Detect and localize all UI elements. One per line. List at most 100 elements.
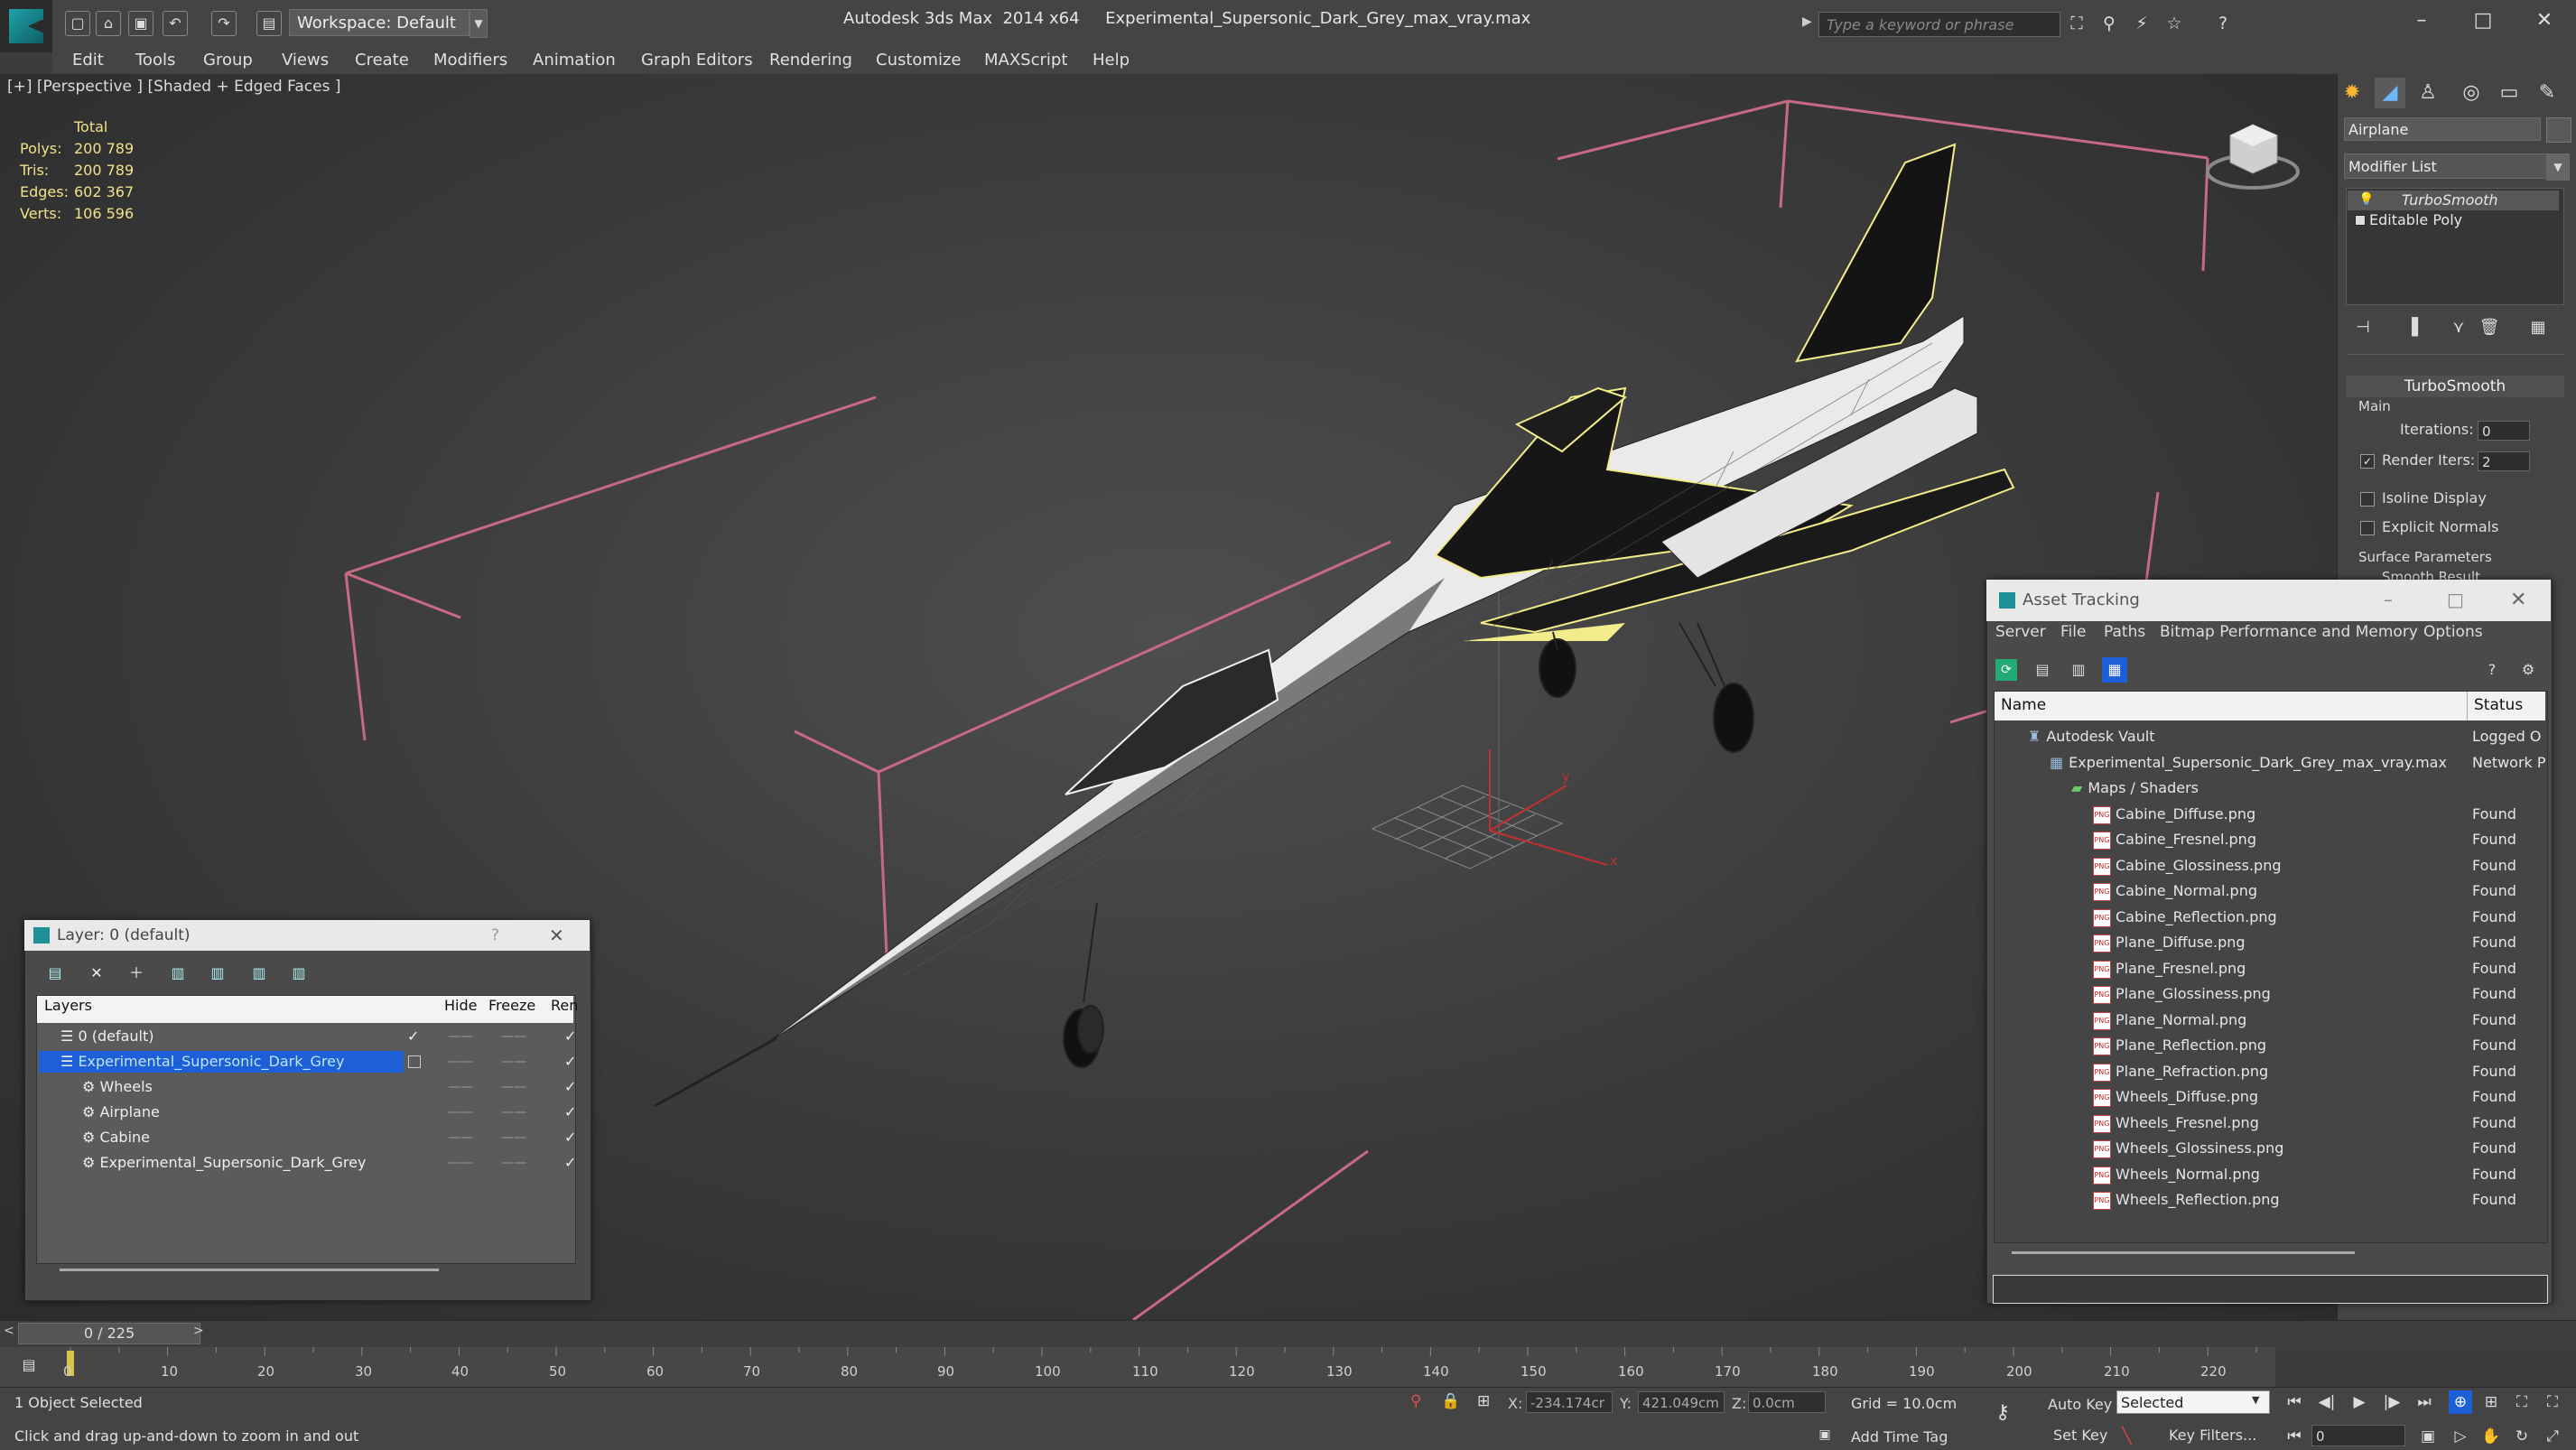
zoom-all-icon[interactable]: ⊞: [2479, 1390, 2503, 1414]
zoom-icon[interactable]: ⊕: [2449, 1390, 2472, 1414]
zoom-extents-icon[interactable]: ⛶: [2510, 1390, 2534, 1414]
communication-icon[interactable]: ⚡: [2131, 13, 2153, 34]
hide-toggle[interactable]: ——: [448, 1100, 473, 1125]
select-objects-icon[interactable]: ▥: [168, 963, 188, 983]
isoline-display-checkbox[interactable]: [2360, 492, 2375, 507]
hide-toggle[interactable]: ——: [448, 1150, 473, 1176]
table-view-icon[interactable]: ▦: [2102, 657, 2127, 683]
highlight-layer-icon[interactable]: ▥: [208, 963, 228, 983]
render-toggle[interactable]: ✓: [564, 1150, 576, 1176]
new-layer-icon[interactable]: ▤: [45, 963, 65, 983]
column-status[interactable]: Status: [2474, 696, 2523, 714]
key-mode-icon[interactable]: ⏮: [2283, 1425, 2306, 1448]
menu-graph-editors[interactable]: Graph Editors: [641, 46, 753, 74]
display-tab-icon[interactable]: ▭: [2494, 78, 2525, 108]
asset-menu-options[interactable]: Options: [2423, 623, 2483, 641]
render-toggle[interactable]: ✓: [564, 1100, 576, 1125]
pan-icon[interactable]: ✋: [2479, 1425, 2503, 1448]
favorites-star-icon[interactable]: ☆: [2163, 13, 2185, 34]
set-current-box[interactable]: [408, 1055, 421, 1068]
hide-toggle[interactable]: ——: [448, 1024, 473, 1049]
play-icon[interactable]: ▶: [2348, 1390, 2371, 1414]
current-layer-check-icon[interactable]: ✓: [407, 1024, 419, 1049]
lightbulb-icon[interactable]: 💡: [2358, 192, 2374, 207]
modify-tab-icon[interactable]: ◢: [2375, 78, 2405, 108]
chevron-down-icon[interactable]: ▼: [2252, 1394, 2259, 1406]
help-icon[interactable]: ?: [2481, 659, 2503, 681]
horizontal-scrollbar[interactable]: [60, 1269, 439, 1271]
render-toggle[interactable]: ✓: [564, 1125, 576, 1150]
asset-row[interactable]: PNG Wheels_Glossiness.png: [2093, 1136, 2283, 1161]
menu-customize[interactable]: Customize: [876, 46, 961, 74]
save-file-icon[interactable]: ▣: [128, 11, 153, 36]
help-icon[interactable]: ?: [491, 926, 499, 944]
freeze-toggle[interactable]: ——: [501, 1150, 526, 1176]
field-of-view-icon[interactable]: ▷: [2449, 1425, 2472, 1448]
selection-lock-icon[interactable]: 🔒: [1441, 1392, 1460, 1410]
transform-gizmo[interactable]: x y: [1489, 749, 1617, 869]
hide-toggle[interactable]: ——: [448, 1125, 473, 1150]
asset-row[interactable]: PNG Cabine_Diffuse.png: [2093, 802, 2255, 827]
layer-dialog-titlebar[interactable]: Layer: 0 (default): [24, 920, 590, 951]
column-hide[interactable]: Hide: [444, 997, 477, 1014]
column-freeze[interactable]: Freeze: [488, 997, 535, 1014]
column-layers[interactable]: Layers: [44, 997, 92, 1014]
menu-rendering[interactable]: Rendering: [769, 46, 852, 74]
asset-row[interactable]: PNG Wheels_Normal.png: [2093, 1162, 2260, 1187]
asset-menu-paths[interactable]: Paths: [2104, 623, 2145, 641]
render-toggle[interactable]: ✓: [564, 1074, 576, 1100]
menu-animation[interactable]: Animation: [533, 46, 616, 74]
x-coordinate-field[interactable]: -234.174cr: [1526, 1391, 1613, 1413]
go-to-start-icon[interactable]: ⏮: [2283, 1390, 2306, 1414]
asset-path-field[interactable]: [1993, 1275, 2548, 1304]
go-to-end-icon[interactable]: ⏭: [2413, 1390, 2436, 1414]
render-toggle[interactable]: ✓: [564, 1024, 576, 1049]
menu-maxscript[interactable]: MAXScript: [984, 46, 1067, 74]
redo-icon[interactable]: ↷: [211, 11, 237, 36]
layer-row[interactable]: ☰ 0 (default) ✓ —— —— ✓: [37, 1024, 576, 1049]
asset-menu-bitmap-performance[interactable]: Bitmap Performance and Memory: [2160, 623, 2418, 641]
new-file-icon[interactable]: ▢: [65, 11, 90, 36]
minimize-icon[interactable]: –: [2395, 5, 2449, 36]
stack-item-editable-poly[interactable]: Editable Poly: [2351, 210, 2462, 230]
maximize-viewport-icon[interactable]: ⤢: [2541, 1425, 2564, 1448]
asset-row[interactable]: ♜ Autodesk Vault: [2028, 724, 2155, 749]
project-folder-icon[interactable]: ▤: [256, 11, 282, 36]
asset-tracking-titlebar[interactable]: Asset Tracking: [1986, 580, 2551, 621]
freeze-toggle[interactable]: ——: [501, 1125, 526, 1150]
key-selection-set-dropdown[interactable]: Selected: [2116, 1390, 2270, 1414]
asset-menu-server[interactable]: Server: [1995, 623, 2046, 641]
previous-frame-icon[interactable]: ◀|: [2315, 1390, 2339, 1414]
object-name-field[interactable]: Airplane: [2344, 117, 2541, 141]
column-divider[interactable]: [2467, 692, 2468, 720]
close-icon[interactable]: ✕: [549, 925, 564, 946]
z-coordinate-field[interactable]: 0.0cm: [1748, 1391, 1826, 1413]
zoom-extents-all-icon[interactable]: ⛶: [2541, 1390, 2564, 1414]
asset-row[interactable]: PNG Plane_Reflection.png: [2093, 1033, 2266, 1058]
freeze-all-icon[interactable]: ▥: [289, 963, 309, 983]
add-to-layer-icon[interactable]: ＋: [126, 963, 146, 983]
help-icon[interactable]: ?: [2212, 13, 2234, 34]
open-file-icon[interactable]: ⌂: [96, 11, 121, 36]
chevron-down-icon[interactable]: ▼: [2546, 153, 2570, 181]
layer-row[interactable]: ⚙ Airplane —— —— ✓: [37, 1100, 576, 1125]
turbosmooth-rollout-header[interactable]: TurboSmooth: [2346, 376, 2564, 397]
close-icon[interactable]: ✕: [2517, 5, 2571, 36]
search-input[interactable]: Type a keyword or phrase: [1818, 12, 2060, 37]
isolate-selection-icon[interactable]: ⚲: [1410, 1392, 1421, 1410]
time-tag-icon[interactable]: ▣: [1815, 1425, 1835, 1445]
subscription-icon[interactable]: ⚲: [2098, 13, 2120, 34]
key-filters-button[interactable]: Key Filters...: [2169, 1427, 2256, 1444]
time-configuration-icon[interactable]: ▣: [2416, 1425, 2440, 1448]
mini-curve-editor-icon[interactable]: ▤: [18, 1354, 40, 1376]
modifier-list-dropdown[interactable]: Modifier List: [2344, 153, 2561, 179]
object-color-swatch[interactable]: [2546, 117, 2571, 143]
menu-views[interactable]: Views: [282, 46, 329, 74]
app-menu-button[interactable]: [0, 0, 52, 52]
menu-create[interactable]: Create: [355, 46, 409, 74]
remove-modifier-icon[interactable]: 🗑: [2478, 316, 2501, 339]
asset-row[interactable]: PNG Wheels_Diffuse.png: [2093, 1084, 2258, 1110]
search-expand-icon[interactable]: ▶: [1802, 14, 1812, 29]
horizontal-scrollbar[interactable]: [2012, 1251, 2355, 1254]
menu-modifiers[interactable]: Modifiers: [433, 46, 507, 74]
